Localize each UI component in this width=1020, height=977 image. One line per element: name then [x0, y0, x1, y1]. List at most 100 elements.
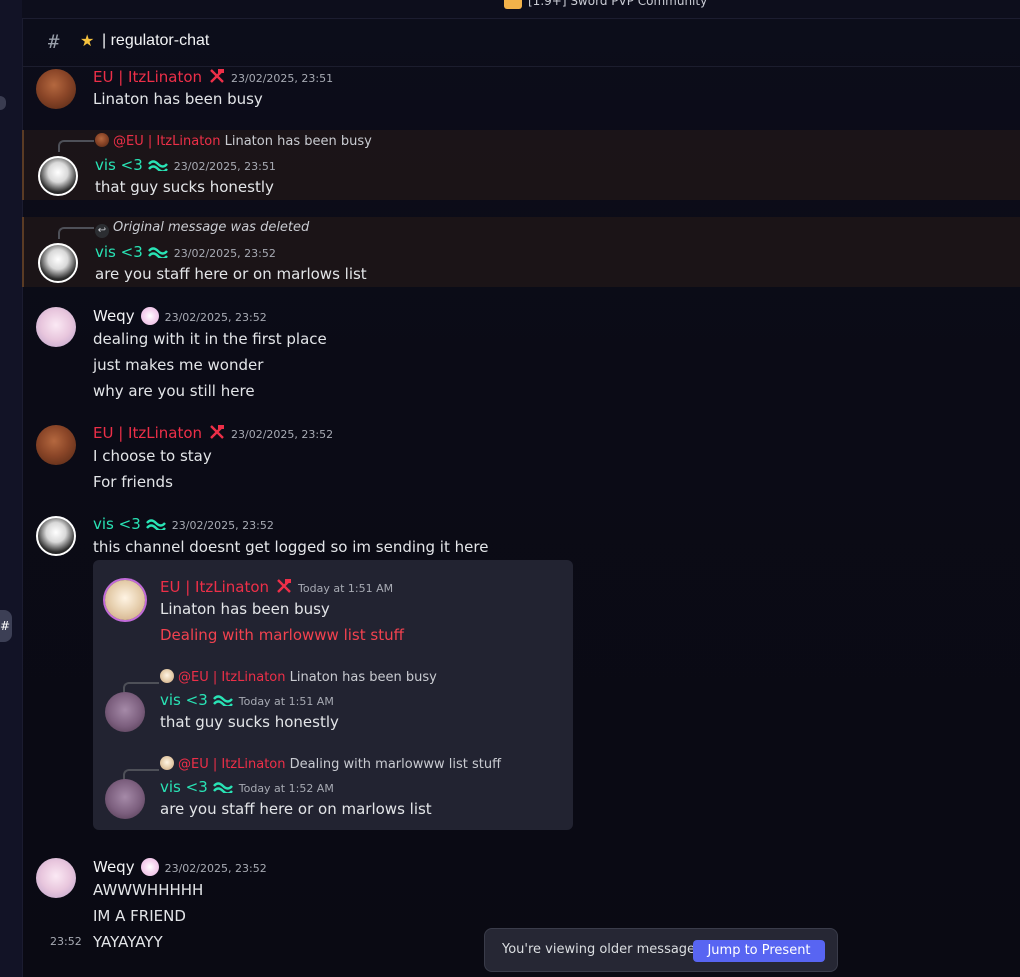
- server-emoji-icon: [504, 0, 522, 9]
- message: Weqy 23/02/2025, 23:52 dealing with it in…: [22, 306, 1020, 406]
- timestamp: Today at 1:51 AM: [298, 582, 394, 595]
- message-text: Linaton has been busy: [160, 600, 330, 618]
- username[interactable]: EU | ItzLinaton: [93, 68, 202, 86]
- hammer-icon: [210, 425, 225, 439]
- wave-badge-icon: [147, 160, 168, 171]
- message-text: just makes me wonder: [93, 356, 264, 374]
- message-header: vis <3 23/02/2025, 23:52: [93, 515, 274, 533]
- channel-name: | regulator-chat: [102, 32, 210, 49]
- wave-badge-icon: [212, 695, 233, 706]
- reply-preview[interactable]: @EU | ItzLinaton Linaton has been busy: [95, 133, 372, 149]
- avatar[interactable]: [36, 307, 76, 347]
- message-text: YAYAYAYY: [93, 933, 163, 951]
- avatar: [160, 756, 174, 770]
- message-header: vis <3 23/02/2025, 23:51: [95, 156, 276, 174]
- message-text: why are you still here: [93, 382, 255, 400]
- message-text: I choose to stay: [93, 447, 212, 465]
- reply-mention: @EU | ItzLinaton: [113, 134, 221, 149]
- reply-arrow-icon: ↩: [95, 224, 109, 238]
- wave-badge-icon: [145, 519, 166, 530]
- username: vis <3: [160, 778, 208, 796]
- avatar: [105, 779, 145, 819]
- avatar: [105, 692, 145, 732]
- message-text: For friends: [93, 473, 173, 491]
- avatar[interactable]: [38, 243, 78, 283]
- avatar[interactable]: [38, 156, 78, 196]
- title-bar: [1.9+] Sword PVP Community: [22, 0, 1020, 19]
- flower-badge-icon: [140, 307, 159, 325]
- message-text: Dealing with marlowww list stuff: [160, 626, 404, 644]
- timestamp: 23/02/2025, 23:52: [171, 519, 274, 532]
- message-text: that guy sucks honestly: [160, 713, 339, 731]
- reply-mention: @EU | ItzLinaton: [178, 757, 286, 772]
- username[interactable]: Weqy: [93, 307, 135, 325]
- avatar: [95, 133, 109, 147]
- hammer-icon: [277, 579, 292, 593]
- timestamp: 23/02/2025, 23:51: [173, 160, 276, 173]
- reply-text: Linaton has been busy: [224, 134, 372, 149]
- message-text: that guy sucks honestly: [95, 178, 274, 196]
- avatar: [105, 580, 145, 620]
- reply-text: Dealing with marlowww list stuff: [289, 757, 502, 772]
- reply-text: Linaton has been busy: [289, 670, 437, 685]
- reply-spine: [58, 227, 94, 239]
- server-title: [1.9+] Sword PVP Community: [504, 0, 707, 9]
- wave-badge-icon: [212, 782, 233, 793]
- server-indicator[interactable]: [0, 96, 6, 110]
- message-text: this channel doesnt get logged so im sen…: [93, 538, 489, 556]
- username[interactable]: vis <3: [93, 515, 141, 533]
- username[interactable]: vis <3: [95, 243, 143, 261]
- message-text: are you staff here or on marlows list: [95, 265, 367, 283]
- server-rail: #: [0, 0, 23, 977]
- username[interactable]: vis <3: [95, 156, 143, 174]
- message-text: AWWWHHHHH: [93, 881, 204, 899]
- avatar[interactable]: [36, 858, 76, 898]
- timestamp: Today at 1:52 AM: [238, 782, 334, 795]
- username: EU | ItzLinaton: [160, 578, 270, 596]
- timestamp: 23/02/2025, 23:52: [164, 862, 267, 875]
- message: EU | ItzLinaton 23/02/2025, 23:51 Linaton…: [22, 66, 1020, 122]
- message: EU | ItzLinaton 23/02/2025, 23:52 I choos…: [22, 423, 1020, 495]
- embed-message-header: vis <3 Today at 1:51 AM: [160, 691, 334, 709]
- hammer-icon: [210, 69, 225, 83]
- avatar[interactable]: [36, 69, 76, 109]
- reply-mention: @EU | ItzLinaton: [178, 670, 286, 685]
- message-header: EU | ItzLinaton 23/02/2025, 23:51: [93, 68, 333, 86]
- message-text: IM A FRIEND: [93, 907, 186, 925]
- image-attachment[interactable]: EU | ItzLinaton Today at 1:51 AM Linaton …: [93, 560, 573, 830]
- avatar[interactable]: [36, 516, 76, 556]
- avatar[interactable]: [36, 425, 76, 465]
- timestamp: 23/02/2025, 23:52: [231, 428, 334, 441]
- timestamp: 23/02/2025, 23:51: [231, 72, 334, 85]
- timestamp: Today at 1:51 AM: [238, 695, 334, 708]
- reply-spine: [58, 140, 94, 152]
- message: @EU | ItzLinaton Linaton has been busy v…: [22, 130, 1020, 200]
- username[interactable]: EU | ItzLinaton: [93, 424, 202, 442]
- timestamp: 23/02/2025, 23:52: [173, 247, 276, 260]
- channel-header: # ★ | regulator-chat: [22, 18, 1020, 67]
- reply-preview: ↩ Original message was deleted: [95, 220, 309, 238]
- reply-preview: @EU | ItzLinaton Dealing with marlowww l…: [160, 756, 501, 772]
- star-icon: ★: [80, 31, 95, 50]
- jump-to-present-button[interactable]: Jump to Present: [693, 940, 825, 962]
- message-text: Linaton has been busy: [93, 90, 263, 108]
- message: vis <3 23/02/2025, 23:52 this channel doe…: [22, 514, 1020, 556]
- embed-message-header: vis <3 Today at 1:52 AM: [160, 778, 334, 796]
- username[interactable]: Weqy: [93, 858, 135, 876]
- message-header: Weqy 23/02/2025, 23:52: [93, 858, 267, 876]
- older-messages-text: You're viewing older messages: [502, 942, 702, 957]
- embed-message-header: EU | ItzLinaton Today at 1:51 AM: [160, 578, 393, 596]
- reply-text: Original message was deleted: [113, 220, 310, 235]
- older-messages-bar: You're viewing older messages Jump to Pr…: [484, 928, 838, 972]
- message-text: are you staff here or on marlows list: [160, 800, 432, 818]
- message-header: Weqy 23/02/2025, 23:52: [93, 307, 267, 325]
- message-header: EU | ItzLinaton 23/02/2025, 23:52: [93, 424, 333, 442]
- server-active-indicator[interactable]: #: [0, 610, 12, 642]
- flower-badge-icon: [140, 858, 159, 876]
- message: ↩ Original message was deleted vis <3 23/0…: [22, 217, 1020, 287]
- hover-timestamp: 23:52: [50, 935, 82, 948]
- message-text: dealing with it in the first place: [93, 330, 327, 348]
- timestamp: 23/02/2025, 23:52: [164, 311, 267, 324]
- avatar: [160, 669, 174, 683]
- username: vis <3: [160, 691, 208, 709]
